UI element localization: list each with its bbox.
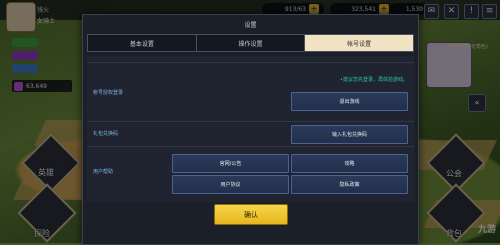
official-site-button[interactable]: 官网/公告 xyxy=(172,154,289,173)
exit-game-button[interactable]: 退出游戏 xyxy=(291,92,408,111)
settings-tabs: 基本设置 操作设置 帐号设置 xyxy=(87,34,414,52)
divider xyxy=(87,56,414,63)
user-help-row: 用户帮助 官网/公告 攻略 用户协议 隐私政策 xyxy=(87,148,414,202)
gift-code-row: 礼包兑换码 输入礼包兑换码 xyxy=(87,122,414,147)
dialog-title: 设置 xyxy=(244,22,257,29)
privacy-policy-button[interactable]: 隐私政策 xyxy=(291,175,408,194)
gift-code-label: 礼包兑换码 xyxy=(93,131,119,137)
account-login-row: 帐号授权登录 •建议您先登录，再体验游戏。 退出游戏 xyxy=(87,63,414,122)
tab-basic-settings[interactable]: 基本设置 xyxy=(88,35,197,51)
redeem-code-button[interactable]: 输入礼包兑换码 xyxy=(291,125,408,144)
account-settings-panel: 帐号授权登录 •建议您先登录，再体验游戏。 退出游戏 礼包兑换码 输入礼包兑换码… xyxy=(87,56,414,202)
user-help-label: 用户帮助 xyxy=(93,169,114,175)
confirm-button[interactable]: 确认 xyxy=(214,204,288,225)
tab-control-settings[interactable]: 操作设置 xyxy=(197,35,306,51)
login-hint: •建议您先登录，再体验游戏。 xyxy=(340,77,408,83)
user-agreement-button[interactable]: 用户协议 xyxy=(172,175,289,194)
account-login-label: 帐号授权登录 xyxy=(93,90,124,96)
guide-button[interactable]: 攻略 xyxy=(291,154,408,173)
tab-account-settings[interactable]: 帐号设置 xyxy=(305,35,414,51)
